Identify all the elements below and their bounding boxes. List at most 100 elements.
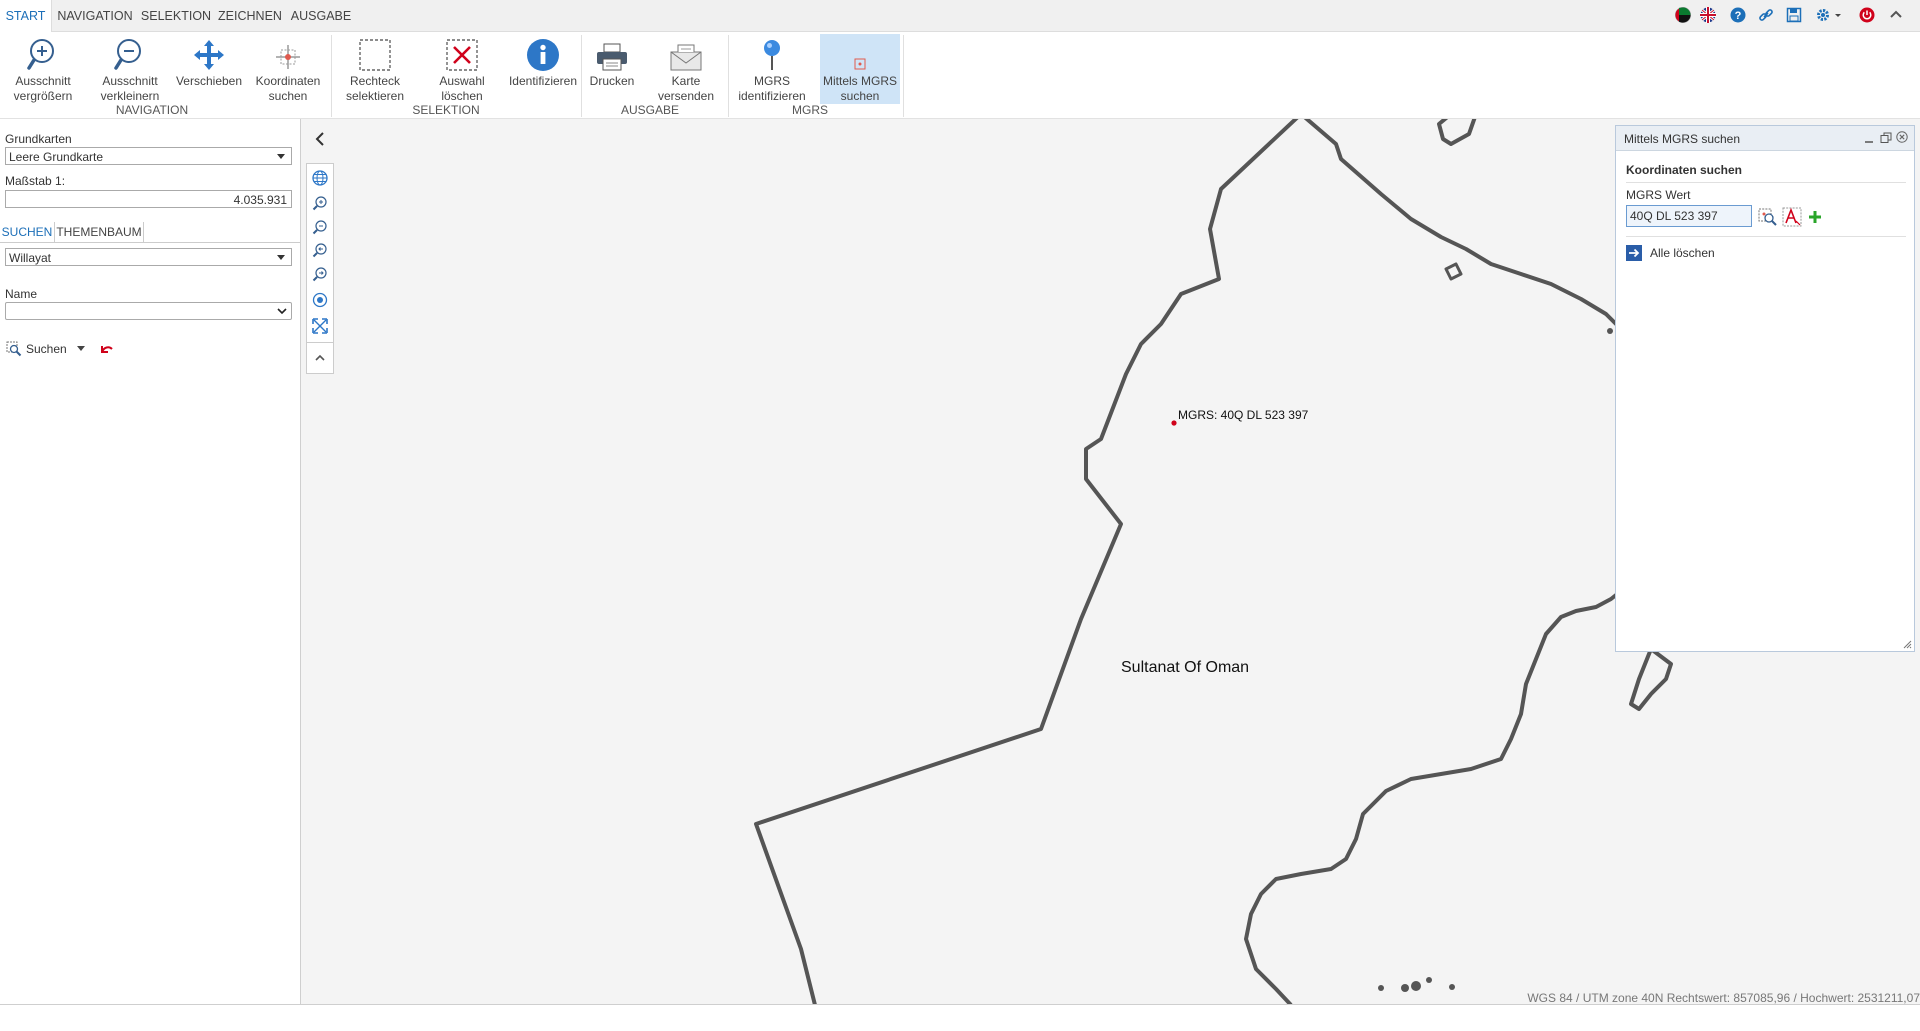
restore-icon[interactable]: [1880, 132, 1892, 144]
divider: [1626, 236, 1906, 237]
divider: [1626, 182, 1906, 183]
section-title: Koordinaten suchen: [1626, 163, 1743, 177]
mgrs-search-icon: [854, 58, 866, 70]
tab-selektion[interactable]: SELEKTION: [140, 0, 212, 31]
tab-zeichnen[interactable]: ZEICHNEN: [217, 0, 283, 31]
group-label-ausgabe: AUSGABE: [620, 103, 680, 117]
center-target-icon[interactable]: [310, 290, 330, 310]
panel-header: Mittels MGRS suchen: [1616, 126, 1914, 151]
save-icon[interactable]: [1784, 5, 1804, 25]
collapse-ribbon-icon[interactable]: [1886, 5, 1906, 25]
tab-navigation[interactable]: NAVIGATION: [56, 0, 134, 31]
chevron-down-icon: [277, 154, 285, 159]
tab-start[interactable]: START: [0, 0, 52, 32]
flag-uk-icon[interactable]: [1698, 5, 1718, 25]
coordinate-status-bar: WGS 84 / UTM zone 40N Rechtswert: 857085…: [1527, 991, 1920, 1005]
zoom-out-icon: [114, 39, 141, 70]
minimize-icon[interactable]: [1864, 134, 1874, 144]
mgrs-search-button[interactable]: Mittels MGRS suchen: [820, 34, 900, 104]
envelope-icon: [670, 44, 702, 71]
pan-button[interactable]: Verschieben: [173, 34, 245, 104]
search-icon: [6, 341, 22, 357]
label-text-icon[interactable]: [1782, 207, 1802, 227]
group-separator: [728, 35, 729, 117]
name-label: Name: [5, 287, 38, 301]
locate-search-icon[interactable]: [1758, 208, 1778, 226]
zoom-next-icon[interactable]: [310, 264, 330, 284]
search-tabs: SUCHEN THEMENBAUM: [0, 222, 300, 243]
mgrs-identify-button[interactable]: MGRS identifizieren: [734, 34, 810, 104]
top-tab-bar: START NAVIGATION SELEKTION ZEICHNEN AUSG…: [0, 0, 1920, 32]
group-separator: [331, 35, 332, 117]
resize-handle-icon[interactable]: [1903, 640, 1912, 649]
info-icon: [527, 39, 559, 71]
collapse-left-panel-icon[interactable]: [313, 131, 327, 147]
zoom-in-button[interactable]: Ausschnitt vergrößern: [8, 34, 78, 104]
globe-icon[interactable]: [310, 168, 330, 188]
mgrs-field-label: MGRS Wert: [1626, 188, 1691, 202]
add-icon[interactable]: [1808, 210, 1822, 224]
ribbon: Ausschnitt vergrößern Ausschnitt verklei…: [0, 32, 1920, 119]
print-button[interactable]: Drucken: [584, 34, 640, 104]
group-label-selektion: SELEKTION: [412, 103, 480, 117]
oman-border: [754, 119, 1733, 1005]
clear-all-button[interactable]: Alle löschen: [1626, 245, 1715, 261]
zoom-in-icon: [27, 39, 54, 70]
name-select[interactable]: [5, 302, 292, 320]
rectangle-select-button[interactable]: Rechteck selektieren: [339, 34, 411, 104]
left-panel: Grundkarten Leere Grundkarte Maßstab 1: …: [0, 119, 301, 1005]
group-separator: [903, 35, 904, 117]
map-vertical-toolbar: [306, 163, 334, 374]
close-icon[interactable]: [1896, 131, 1908, 143]
help-icon[interactable]: ?: [1728, 5, 1748, 25]
islands: [1378, 326, 1630, 992]
marker-point[interactable]: [1171, 420, 1177, 426]
group-label-mgrs: MGRS: [792, 103, 828, 117]
map-pin-icon: [764, 40, 780, 70]
identify-button[interactable]: Identifizieren: [506, 34, 580, 104]
power-icon[interactable]: [1857, 5, 1877, 25]
zoom-out-small-icon[interactable]: [310, 217, 330, 237]
chevron-down-icon: [277, 255, 285, 260]
scale-input[interactable]: 4.035.931: [5, 190, 292, 208]
group-separator: [581, 35, 582, 117]
basemap-label: Grundkarten: [5, 132, 72, 146]
settings-icon[interactable]: [1814, 5, 1844, 25]
reset-icon[interactable]: [99, 343, 114, 356]
clear-selection-button[interactable]: Auswahl löschen: [426, 34, 498, 104]
coordinate-search-button[interactable]: Koordinaten suchen: [252, 34, 324, 104]
tab-search[interactable]: SUCHEN: [0, 222, 55, 242]
dropdown-arrow-icon[interactable]: [76, 346, 85, 352]
group-label-navigation: NAVIGATION: [115, 103, 189, 117]
toolbar-divider: [307, 342, 333, 343]
mgrs-search-panel: Mittels MGRS suchen Koordinaten suchen M…: [1615, 125, 1915, 652]
bottom-border: [0, 1004, 1920, 1005]
svg-text:Sultanat Of Oman: Sultanat Of Oman: [1121, 659, 1249, 676]
zoom-in-small-icon[interactable]: [310, 193, 330, 213]
clear-selection-icon: [446, 39, 478, 71]
layer-select[interactable]: Willayat: [5, 248, 292, 266]
rectangle-select-icon: [359, 39, 391, 71]
tab-layer-tree[interactable]: THEMENBAUM: [55, 222, 144, 242]
country-label: Sultanat Of Oman: [1121, 659, 1249, 676]
crosshair-icon: [276, 45, 300, 69]
tab-ausgabe[interactable]: AUSGABE: [289, 0, 353, 31]
flag-uae-icon[interactable]: [1673, 5, 1693, 25]
search-button[interactable]: Suchen: [6, 340, 85, 358]
send-map-button[interactable]: Karte versenden: [653, 34, 719, 104]
svg-text:?: ?: [1735, 10, 1742, 22]
full-extent-icon[interactable]: [310, 316, 330, 336]
collapse-up-icon[interactable]: [310, 348, 330, 368]
mgrs-marker[interactable]: MGRS: 40Q DL 523 397: [1171, 408, 1309, 426]
panel-title: Mittels MGRS suchen: [1624, 132, 1741, 146]
zoom-out-button[interactable]: Ausschnitt verkleinern: [94, 34, 166, 104]
marker-label: MGRS: 40Q DL 523 397: [1178, 408, 1309, 422]
pan-arrows-icon: [194, 40, 224, 70]
basemap-select[interactable]: Leere Grundkarte: [5, 147, 292, 165]
arrow-right-icon: [1626, 245, 1642, 261]
link-icon[interactable]: [1756, 5, 1776, 25]
chevron-down-icon: [277, 308, 287, 315]
zoom-previous-icon[interactable]: [310, 240, 330, 260]
printer-icon: [597, 43, 627, 71]
mgrs-input[interactable]: 40Q DL 523 397: [1626, 205, 1752, 227]
